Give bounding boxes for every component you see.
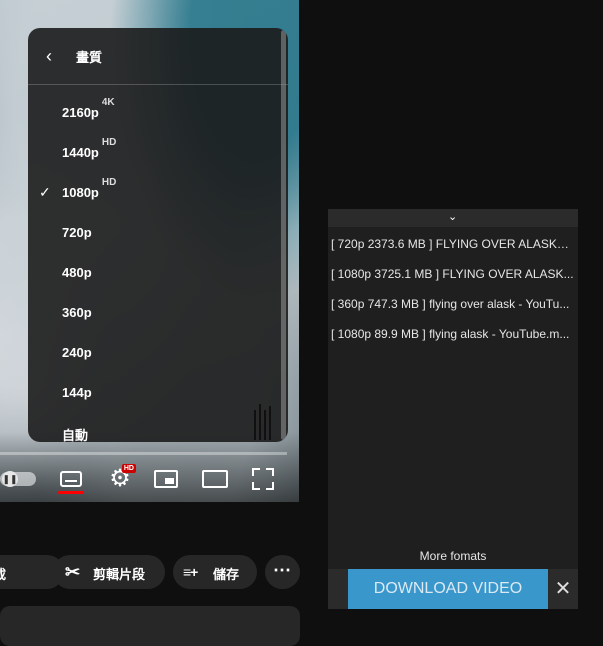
more-actions-button[interactable]: ⋯ <box>265 555 300 589</box>
format-option[interactable]: [ 720p 2373.6 MB ] FLYING OVER ALASKA ..… <box>331 237 576 255</box>
pause-icon: ❚❚ <box>2 471 18 487</box>
autoplay-toggle[interactable]: ❚❚ <box>0 471 36 487</box>
more-icon: ⋯ <box>273 560 292 580</box>
quality-badge: 4K <box>101 97 115 108</box>
format-option[interactable]: [ 1080p 89.9 MB ] flying alask - YouTube… <box>331 327 576 345</box>
save-label: 儲存 <box>213 567 240 582</box>
decorative-bars <box>252 402 274 440</box>
close-icon[interactable]: ✕ <box>552 577 574 601</box>
downloader-panel: ⌄ [ 720p 2373.6 MB ] FLYING OVER ALASKA … <box>328 209 578 609</box>
quality-label: 240p <box>62 345 92 360</box>
quality-label: 1080pHD <box>62 177 117 200</box>
quality-option-480p[interactable]: 480p <box>28 254 278 290</box>
quality-menu: ‹ 畫質 2160p4K 1440pHD ✓ 1080pHD 720p 480p… <box>28 28 288 442</box>
player-controls: ❚❚ ⚙ HD <box>0 462 299 496</box>
fullscreen-icon <box>252 468 260 476</box>
quality-option-auto[interactable]: 自動 <box>28 414 278 442</box>
chevron-down-icon: ⌄ <box>448 211 458 223</box>
description-box[interactable] <box>0 606 300 646</box>
download-video-button[interactable]: DOWNLOAD VIDEO <box>348 569 548 609</box>
quality-label: 自動 <box>62 428 89 442</box>
checkmark-icon: ✓ <box>39 184 51 200</box>
more-formats-link[interactable]: More fomats <box>328 549 578 563</box>
quality-option-2160p[interactable]: 2160p4K <box>28 94 278 130</box>
fullscreen-icon-corner <box>266 468 274 476</box>
miniplayer-button[interactable] <box>154 470 178 488</box>
quality-option-144p[interactable]: 144p <box>28 374 278 410</box>
format-option[interactable]: [ 360p 747.3 MB ] flying over alask - Yo… <box>331 297 576 315</box>
menu-scrollbar[interactable] <box>281 30 286 440</box>
subtitles-icon <box>60 471 82 487</box>
quality-label: 360p <box>62 305 92 320</box>
quality-label: 480p <box>62 265 92 280</box>
download-label: 下載 <box>0 564 6 583</box>
clip-button[interactable]: ✂ 剪輯片段 <box>53 555 165 589</box>
chevron-left-icon[interactable]: ‹ <box>46 47 52 65</box>
quality-option-720p[interactable]: 720p <box>28 214 278 250</box>
quality-option-360p[interactable]: 360p <box>28 294 278 330</box>
quality-option-240p[interactable]: 240p <box>28 334 278 370</box>
quality-label: 144p <box>62 385 92 400</box>
downloader-footer: DOWNLOAD VIDEO ✕ <box>328 569 578 609</box>
scissors-icon: ✂ <box>65 562 81 582</box>
quality-option-1080p[interactable]: ✓ 1080pHD <box>28 174 278 210</box>
quality-badge: HD <box>101 177 117 188</box>
quality-badge: HD <box>101 137 117 148</box>
quality-menu-header[interactable]: ‹ 畫質 <box>28 28 288 85</box>
progress-bar[interactable] <box>0 452 287 455</box>
collapse-bar[interactable]: ⌄ <box>328 209 578 227</box>
theater-mode-button[interactable] <box>202 470 228 488</box>
quality-label: 720p <box>62 225 92 240</box>
save-to-playlist-icon: ≡+ <box>183 564 198 580</box>
format-option[interactable]: [ 1080p 3725.1 MB ] FLYING OVER ALASK... <box>331 267 576 285</box>
save-button[interactable]: ≡+ 儲存 <box>173 555 257 589</box>
fullscreen-icon-corner <box>252 482 260 490</box>
quality-menu-title: 畫質 <box>76 50 103 65</box>
quality-label: 2160p4K <box>62 97 115 120</box>
subtitles-button[interactable] <box>58 464 84 494</box>
hd-badge: HD <box>121 464 136 473</box>
subtitles-active-indicator <box>58 491 84 494</box>
quality-option-1440p[interactable]: 1440pHD <box>28 134 278 170</box>
clip-label: 剪輯片段 <box>93 567 146 582</box>
fullscreen-icon-corner <box>266 482 274 490</box>
fullscreen-button[interactable] <box>252 468 274 490</box>
settings-button[interactable]: ⚙ HD <box>106 464 136 493</box>
quality-label: 1440pHD <box>62 137 117 160</box>
